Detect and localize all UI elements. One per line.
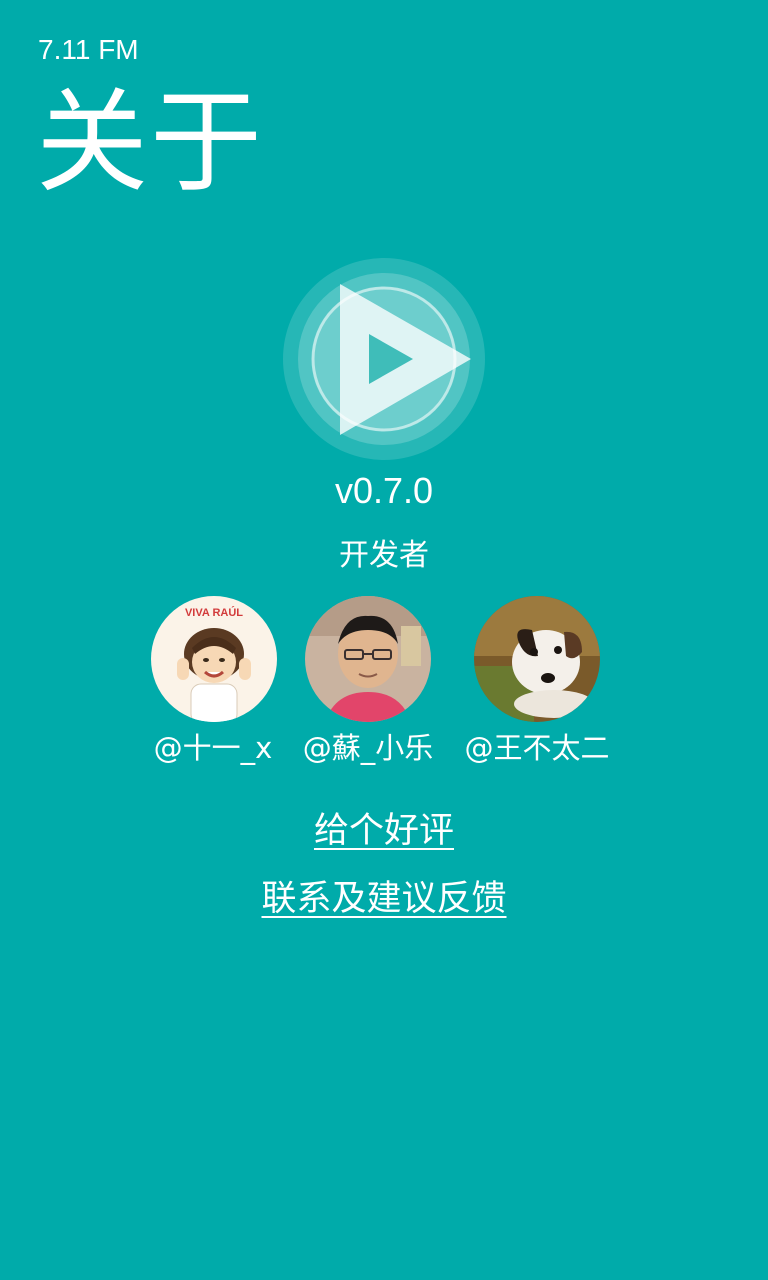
avatar-banner-text: VIVA RAÚL bbox=[185, 606, 243, 619]
developer-handle-3[interactable]: @王不太二 bbox=[452, 728, 622, 768]
status-time: 7.11 FM bbox=[38, 34, 139, 65]
play-logo-icon bbox=[283, 258, 485, 460]
developers-heading: 开发者 bbox=[339, 538, 429, 573]
version-label: v0.7.0 bbox=[334, 470, 434, 511]
rate-app-label: 给个好评 bbox=[313, 811, 454, 851]
developer-handle-2[interactable]: @蘇_小乐 bbox=[283, 728, 453, 768]
developer-avatar-3[interactable] bbox=[474, 596, 600, 722]
developer-handle-1[interactable]: @十一_x bbox=[128, 728, 298, 768]
feedback-link[interactable]: 联系及建议反馈 bbox=[0, 876, 768, 922]
page-title: 关于 bbox=[36, 78, 264, 208]
rate-app-link[interactable]: 给个好评 bbox=[0, 808, 768, 854]
developer-avatar-2[interactable] bbox=[305, 596, 431, 722]
feedback-label: 联系及建议反馈 bbox=[261, 879, 507, 919]
developer-avatar-1[interactable]: VIVA RAÚL bbox=[151, 596, 277, 722]
